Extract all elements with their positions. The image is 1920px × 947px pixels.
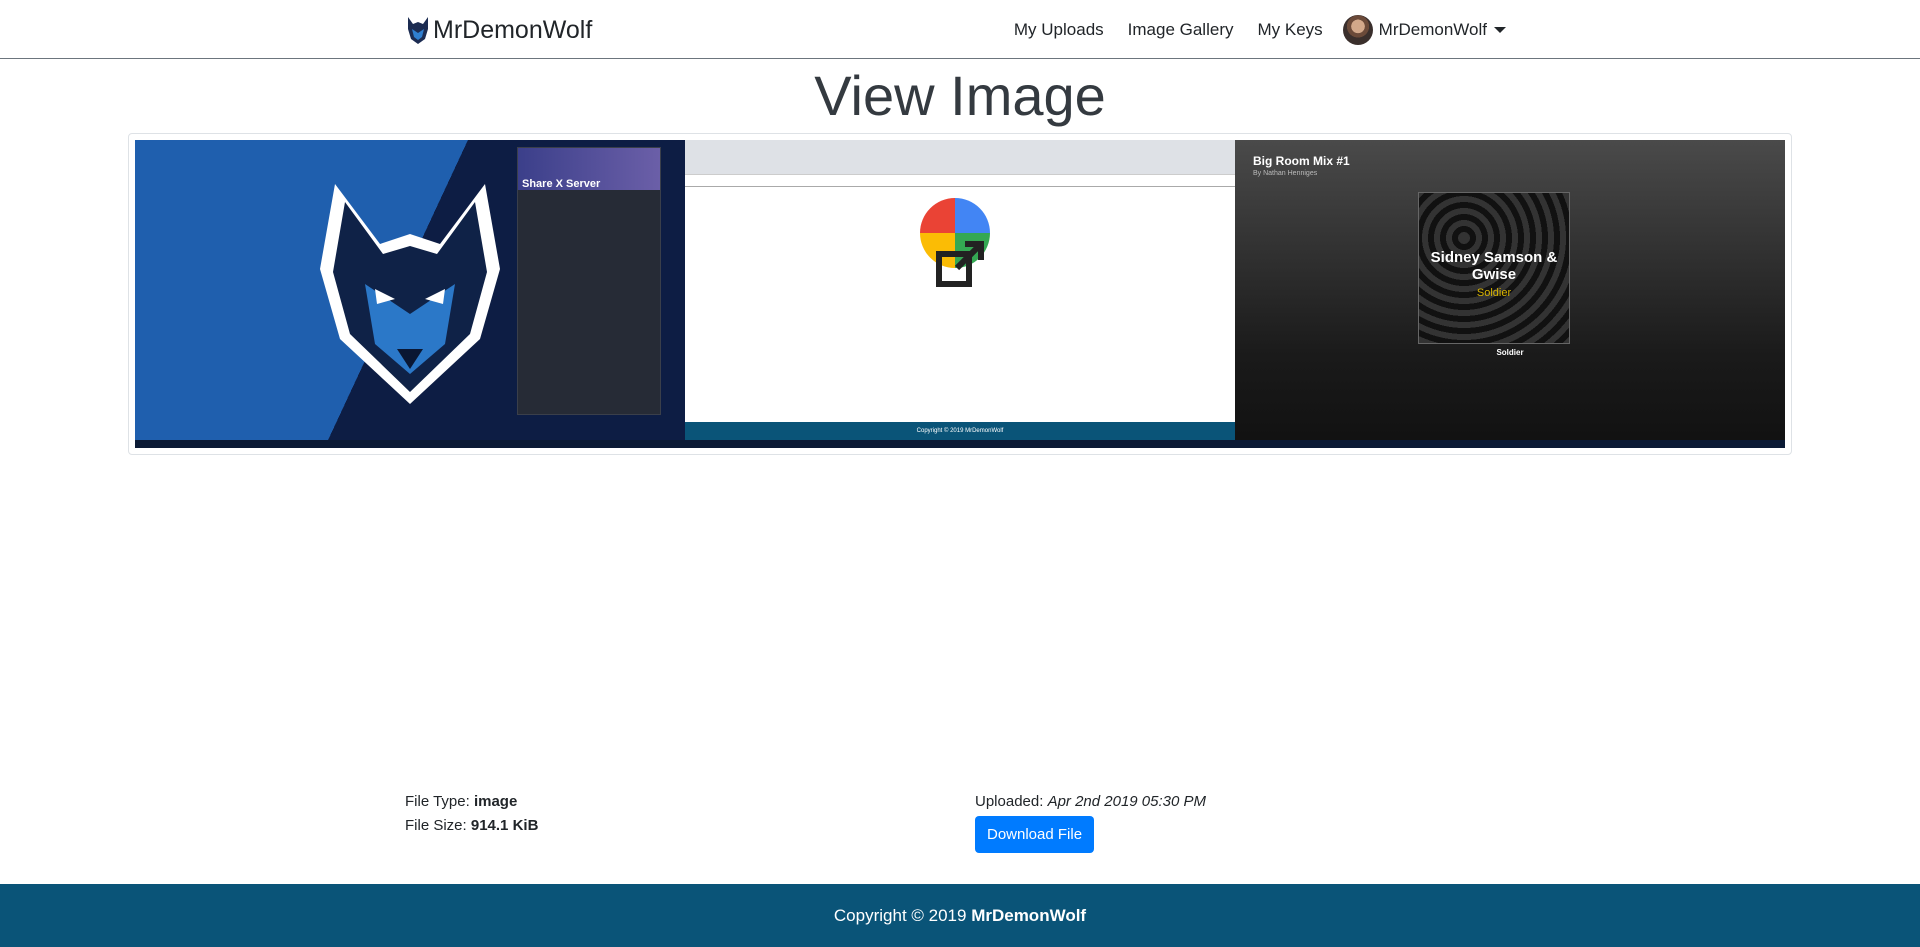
screenshot-panel-browser: Copyright © 2019 MrDemonWolf [685, 140, 1235, 448]
todo-app-window: Share X Server [517, 147, 661, 415]
album-art: Sidney Samson & Gwise Soldier [1418, 192, 1570, 344]
browser-toolbar [685, 140, 1235, 175]
uploaded-value: Apr 2nd 2019 05:30 PM [1047, 793, 1207, 810]
taskbar [685, 440, 1235, 448]
brand-link[interactable]: MrDemonWolf [405, 14, 592, 46]
upload-info: Uploaded: Apr 2nd 2019 05:30 PM Download… [975, 790, 1206, 853]
external-link-icon [936, 241, 984, 287]
todo-title: Share X Server [522, 178, 601, 190]
avatar [1342, 14, 1373, 45]
taskbar [1235, 440, 1785, 448]
file-size-value: 914.1 KiB [470, 817, 539, 834]
file-type-row: File Type: image [405, 790, 538, 814]
uploaded-label: Uploaded: [975, 793, 1044, 810]
screenshot-panel-music: Big Room Mix #1 By Nathan Henniges Sidne… [1235, 140, 1785, 448]
nav-image-gallery[interactable]: Image Gallery [1128, 20, 1234, 40]
wolf-mascot-icon [320, 184, 500, 404]
nav-my-keys[interactable]: My Keys [1257, 20, 1322, 40]
file-size-row: File Size: 914.1 KiB [405, 814, 538, 838]
mini-navbar [685, 174, 1235, 187]
top-navbar: MrDemonWolf My Uploads Image Gallery My … [0, 0, 1920, 59]
footer-brand: MrDemonWolf [971, 906, 1087, 925]
album-artist: Sidney Samson & Gwise Soldier [1419, 249, 1569, 302]
nav-links: My Uploads Image Gallery My Keys MrDemon… [990, 0, 1506, 59]
mix-author: By Nathan Henniges [1253, 170, 1318, 177]
image-preview-card: Share X Server Copyright © 2019 MrDemonW… [128, 133, 1792, 455]
user-name: MrDemonWolf [1378, 19, 1487, 39]
mix-title: Big Room Mix #1 [1253, 154, 1350, 168]
uploaded-row: Uploaded: Apr 2nd 2019 05:30 PM [975, 790, 1206, 814]
album-song-text: Soldier [1476, 287, 1512, 299]
song-title: Soldier [1496, 348, 1524, 357]
page-title: View Image [814, 64, 1106, 127]
footer: Copyright © 2019 MrDemonWolf [0, 884, 1920, 947]
file-type-label: File Type: [405, 793, 470, 810]
wolf-logo-icon [408, 17, 428, 44]
taskbar [135, 440, 685, 448]
brand-name: MrDemonWolf [433, 15, 593, 44]
user-menu-dropdown[interactable]: MrDemonWolf [1342, 14, 1506, 45]
nav-my-uploads[interactable]: My Uploads [1014, 20, 1104, 40]
download-file-button[interactable]: Download File [975, 816, 1095, 853]
file-size-label: File Size: [405, 817, 467, 834]
footer-copyright: Copyright © 2019 [833, 906, 967, 925]
caret-down-icon [1494, 26, 1506, 33]
mini-footer: Copyright © 2019 MrDemonWolf [685, 422, 1235, 440]
screenshot-panel-desktop: Share X Server [135, 140, 685, 448]
file-info: File Type: image File Size: 914.1 KiB [405, 790, 538, 838]
album-artist-text: Sidney Samson & Gwise [1430, 249, 1558, 283]
file-type-value: image [473, 793, 518, 810]
